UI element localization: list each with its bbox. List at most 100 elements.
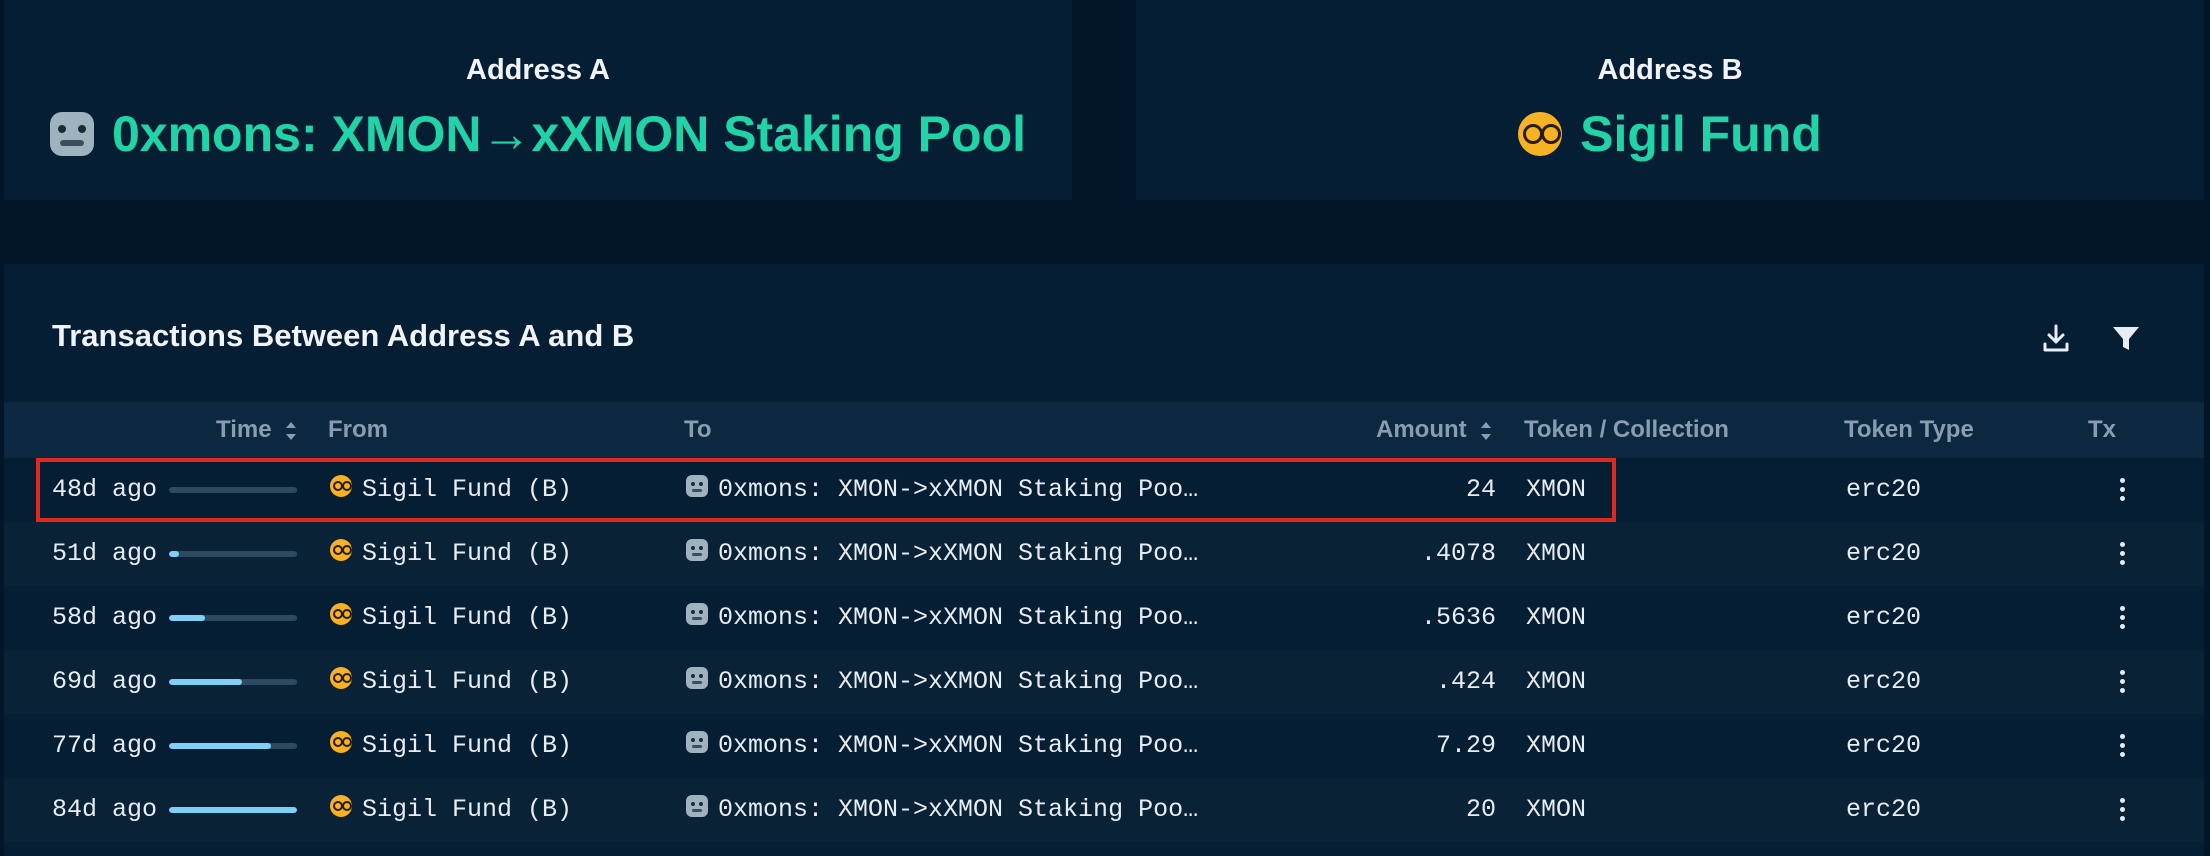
column-header-amount[interactable]: Amount — [1376, 402, 1493, 458]
row-token[interactable]: XMON — [1526, 778, 1586, 842]
nerd-face-emoji-icon — [1518, 112, 1563, 156]
more-options-icon[interactable] — [2118, 668, 2126, 696]
row-from-text[interactable]: Sigil Fund (B) — [362, 795, 572, 824]
table-row[interactable]: 77d ago Sigil Fund (B) 0xmons: XMON->xXM… — [4, 714, 2204, 778]
table-row[interactable]: 84d ago Sigil Fund (B) 0xmons: XMON->xXM… — [4, 778, 2204, 842]
more-options-icon[interactable] — [2118, 796, 2126, 824]
row-from-text[interactable]: Sigil Fund (B) — [362, 667, 572, 696]
column-header-to: To — [684, 416, 712, 443]
transactions-panel: Transactions Between Address A and B Tim… — [4, 264, 2204, 856]
robot-emoji-icon — [49, 112, 94, 156]
more-options-icon[interactable] — [2118, 732, 2126, 760]
row-from[interactable]: Sigil Fund (B) — [330, 586, 572, 650]
row-to[interactable]: 0xmons: XMON->xXMON Staking Poo… — [686, 778, 1198, 842]
row-time: 48d ago — [52, 475, 158, 504]
row-to-text[interactable]: 0xmons: XMON->xXMON Staking Poo… — [718, 475, 1198, 504]
row-token[interactable]: XMON — [1526, 586, 1586, 650]
row-token-type: erc20 — [1846, 603, 1922, 632]
transactions-title: Transactions Between Address A and B — [52, 318, 635, 353]
column-header-token: Token / Collection — [1524, 416, 1729, 443]
table-row[interactable]: 51d ago Sigil Fund (B) 0xmons: XMON->xXM… — [4, 522, 2204, 586]
age-bar — [169, 679, 297, 685]
nerd-face-emoji-icon — [330, 539, 352, 562]
column-header-time-label: Time — [216, 416, 272, 443]
row-amount: .5636 — [1420, 603, 1496, 632]
row-token[interactable]: XMON — [1526, 458, 1586, 522]
age-bar — [169, 743, 297, 749]
nerd-face-emoji-icon — [330, 475, 352, 498]
row-amount: 24 — [1465, 475, 1496, 504]
row-to-text[interactable]: 0xmons: XMON->xXMON Staking Poo… — [718, 667, 1198, 696]
nerd-face-emoji-icon — [330, 667, 352, 690]
address-a-name[interactable]: 0xmons: XMON→xXMON Staking Pool — [49, 105, 1026, 163]
table-header: Time From To Amount Token / Collection T… — [4, 402, 2204, 458]
row-token-type: erc20 — [1846, 667, 1922, 696]
row-from[interactable]: Sigil Fund (B) — [330, 650, 572, 714]
row-from-text[interactable]: Sigil Fund (B) — [362, 731, 572, 760]
table-row[interactable]: 48d ago Sigil Fund (B) 0xmons: XMON->xXM… — [4, 458, 2204, 522]
row-from-text[interactable]: Sigil Fund (B) — [362, 603, 572, 632]
nerd-face-emoji-icon — [330, 795, 352, 818]
address-b-name[interactable]: Sigil Fund — [1518, 105, 1822, 163]
column-header-tx: Tx — [2088, 416, 2117, 443]
more-options-icon[interactable] — [2118, 476, 2126, 504]
age-bar-fill — [169, 551, 180, 557]
robot-emoji-icon — [686, 475, 708, 498]
address-b-name-text[interactable]: Sigil Fund — [1580, 105, 1822, 163]
row-token-type: erc20 — [1846, 795, 1922, 824]
row-time: 77d ago — [52, 731, 158, 760]
row-time: 69d ago — [52, 667, 158, 696]
row-token-type: erc20 — [1846, 475, 1922, 504]
row-token-type: erc20 — [1846, 539, 1922, 568]
row-from-text[interactable]: Sigil Fund (B) — [362, 539, 572, 568]
row-from[interactable]: Sigil Fund (B) — [330, 714, 572, 778]
row-token[interactable]: XMON — [1526, 522, 1586, 586]
filter-button[interactable] — [2108, 320, 2144, 356]
row-to[interactable]: 0xmons: XMON->xXMON Staking Poo… — [686, 650, 1198, 714]
row-amount: 7.29 — [1435, 731, 1496, 760]
age-bar — [169, 615, 297, 621]
age-bar-fill — [169, 679, 242, 685]
age-bar-fill — [169, 743, 272, 749]
row-amount: 20 — [1465, 795, 1496, 824]
age-bar-fill — [169, 615, 205, 621]
row-from[interactable]: Sigil Fund (B) — [330, 458, 572, 522]
row-to[interactable]: 0xmons: XMON->xXMON Staking Poo… — [686, 586, 1198, 650]
column-header-time[interactable]: Time — [216, 402, 298, 458]
row-to-text[interactable]: 0xmons: XMON->xXMON Staking Poo… — [718, 795, 1198, 824]
row-to[interactable]: 0xmons: XMON->xXMON Staking Poo… — [686, 458, 1198, 522]
age-bar — [169, 551, 297, 557]
robot-emoji-icon — [686, 795, 708, 818]
download-icon — [2043, 324, 2069, 352]
filter-icon — [2113, 327, 2139, 350]
address-a-card: Address A 0xmons: XMON→xXMON Staking Poo… — [4, 0, 1072, 200]
row-token[interactable]: XMON — [1526, 650, 1586, 714]
age-bar-fill — [169, 807, 297, 813]
row-token[interactable]: XMON — [1526, 714, 1586, 778]
age-bar — [169, 487, 297, 493]
robot-emoji-icon — [686, 539, 708, 562]
row-time: 51d ago — [52, 539, 158, 568]
nerd-face-emoji-icon — [330, 603, 352, 626]
table-row[interactable]: 69d ago Sigil Fund (B) 0xmons: XMON->xXM… — [4, 650, 2204, 714]
more-options-icon[interactable] — [2118, 540, 2126, 568]
column-header-amount-label: Amount — [1376, 416, 1467, 443]
address-a-label: Address A — [466, 54, 610, 86]
row-from-text[interactable]: Sigil Fund (B) — [362, 475, 572, 504]
download-button[interactable] — [2038, 320, 2074, 356]
address-a-name-text[interactable]: 0xmons: XMON→xXMON Staking Pool — [112, 105, 1026, 163]
more-options-icon[interactable] — [2118, 604, 2126, 632]
row-time: 84d ago — [52, 795, 158, 824]
robot-emoji-icon — [686, 667, 708, 690]
row-from[interactable]: Sigil Fund (B) — [330, 778, 572, 842]
column-header-from: From — [328, 416, 388, 443]
row-to-text[interactable]: 0xmons: XMON->xXMON Staking Poo… — [718, 603, 1198, 632]
row-to-text[interactable]: 0xmons: XMON->xXMON Staking Poo… — [718, 731, 1198, 760]
row-time: 58d ago — [52, 603, 158, 632]
row-to-text[interactable]: 0xmons: XMON->xXMON Staking Poo… — [718, 539, 1198, 568]
row-to[interactable]: 0xmons: XMON->xXMON Staking Poo… — [686, 714, 1198, 778]
row-to[interactable]: 0xmons: XMON->xXMON Staking Poo… — [686, 522, 1198, 586]
table-row[interactable]: 58d ago Sigil Fund (B) 0xmons: XMON->xXM… — [4, 586, 2204, 650]
sort-icon — [286, 421, 297, 440]
row-from[interactable]: Sigil Fund (B) — [330, 522, 572, 586]
